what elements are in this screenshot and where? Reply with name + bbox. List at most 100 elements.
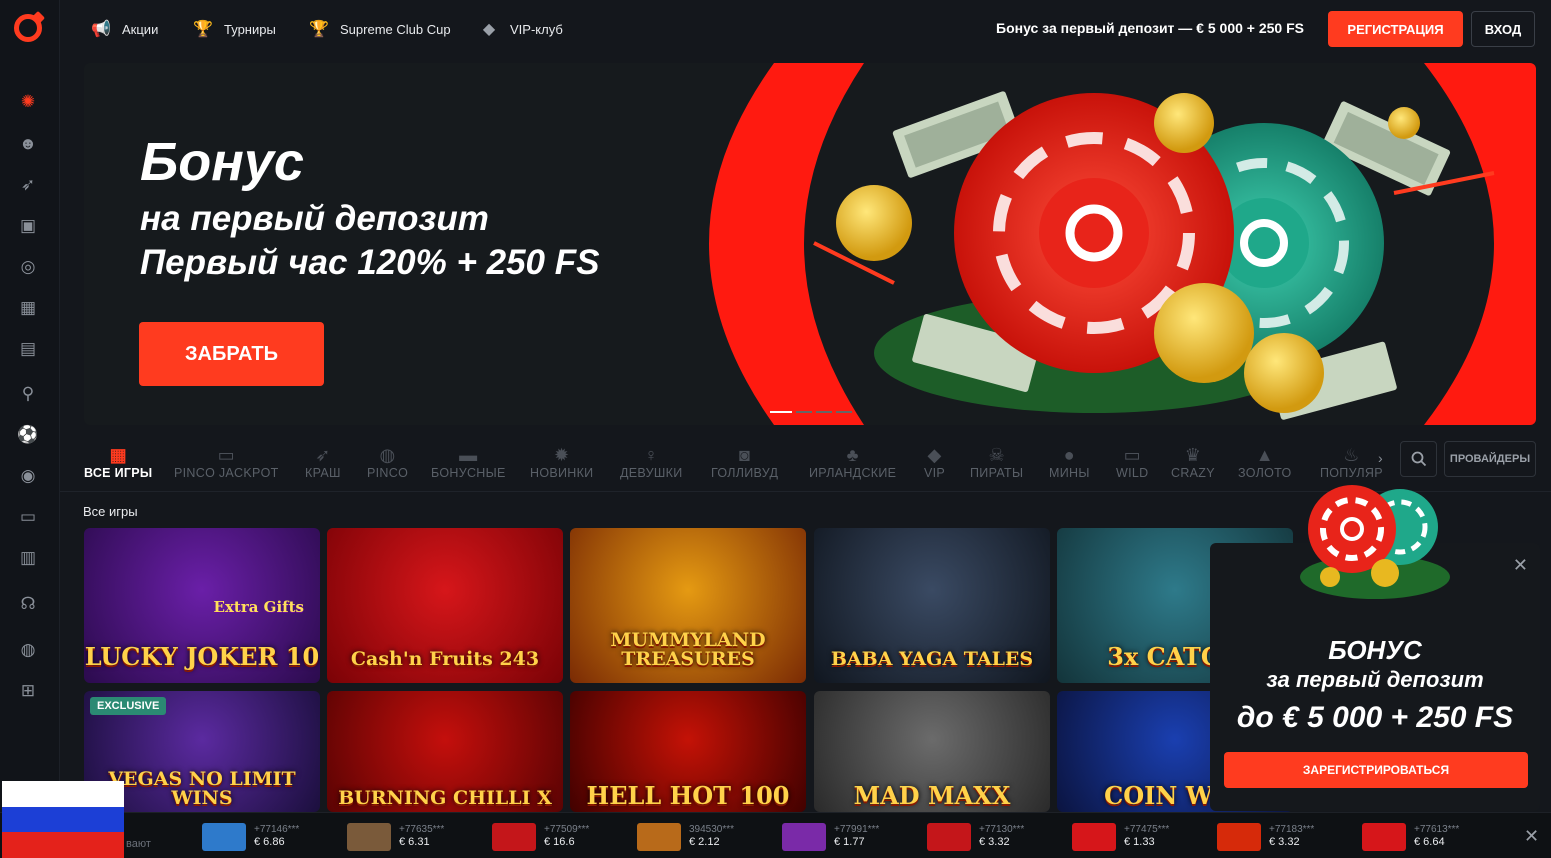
winner-user: +77475*** bbox=[1124, 824, 1170, 836]
nav-supreme-club-cup[interactable]: 🏆 Supreme Club Cup bbox=[308, 16, 451, 42]
game-title: HELL HOT 100 bbox=[586, 781, 790, 810]
winner-user: 394530*** bbox=[689, 824, 735, 836]
pinco-logo[interactable] bbox=[14, 14, 42, 42]
tab-wild[interactable]: ▭ WILD bbox=[1116, 436, 1148, 480]
tab-hollywood[interactable]: ◙ ГОЛЛИВУД bbox=[711, 436, 778, 480]
slider-dot[interactable] bbox=[770, 411, 792, 413]
fire-icon: ♨ bbox=[1343, 445, 1360, 465]
skull-icon: ☠ bbox=[988, 445, 1005, 465]
support-icon[interactable]: ☊ bbox=[16, 591, 40, 615]
popup-register-button[interactable]: ЗАРЕГИСТРИРОВАТЬСЯ bbox=[1224, 752, 1528, 788]
nav-tournaments[interactable]: 🏆 Турниры bbox=[192, 16, 276, 42]
winner-item[interactable]: +77130*** € 3.32 bbox=[927, 822, 1024, 852]
game-subtitle: Extra Gifts bbox=[213, 598, 304, 616]
game-tile[interactable]: LUCKY JOKER 10 Extra Gifts bbox=[84, 528, 320, 683]
jester-icon: ♛ bbox=[1184, 445, 1202, 465]
gamepad-icon[interactable]: ▭ bbox=[16, 504, 40, 528]
ticker-partial-text: вают bbox=[126, 838, 151, 850]
roulette-icon[interactable]: ◎ bbox=[16, 254, 40, 278]
slider-dot[interactable] bbox=[836, 411, 852, 413]
game-thumbnail bbox=[347, 823, 391, 851]
game-tile[interactable]: BURNING CHILLI X bbox=[327, 691, 563, 812]
tab-gold[interactable]: ▲ ЗОЛОТО bbox=[1238, 436, 1292, 480]
game-title: LUCKY JOKER 10 bbox=[84, 642, 320, 671]
ticker-close-icon[interactable]: ✕ bbox=[1524, 826, 1539, 847]
winner-info: +77183*** € 3.32 bbox=[1269, 824, 1314, 849]
slider-dots bbox=[770, 411, 852, 413]
tab-label: ПИРАТЫ bbox=[970, 466, 1024, 480]
winner-item[interactable]: +77509*** € 16.6 bbox=[492, 822, 589, 852]
slider-dot[interactable] bbox=[796, 411, 812, 413]
tab-all-games[interactable]: ▦ ВСЕ ИГРЫ bbox=[84, 436, 152, 480]
providers-button[interactable]: ПРОВАЙДЕРЫ bbox=[1444, 441, 1536, 477]
nav-promotions[interactable]: 📢 Акции bbox=[90, 16, 158, 42]
winner-amount: € 6.86 bbox=[254, 836, 285, 849]
chips-illustration bbox=[1300, 485, 1450, 599]
tab-girls[interactable]: ♀ ДЕВУШКИ bbox=[620, 436, 683, 480]
search-icon bbox=[1411, 451, 1426, 467]
winner-user: +77613*** bbox=[1414, 824, 1460, 836]
slider-dot[interactable] bbox=[816, 411, 832, 413]
book-icon[interactable]: ▥ bbox=[16, 545, 40, 569]
tab-popular[interactable]: ♨ ПОПУЛЯР bbox=[1320, 436, 1383, 480]
russia-flag-icon[interactable] bbox=[2, 781, 124, 858]
winner-item[interactable]: +77146*** € 6.86 bbox=[202, 822, 299, 852]
tab-irish[interactable]: ♣ ИРЛАНДСКИЕ bbox=[809, 436, 896, 480]
winner-item[interactable]: 394530*** € 2.12 bbox=[637, 822, 734, 852]
game-tile[interactable]: MUMMYLAND TREASURES bbox=[570, 528, 806, 683]
tab-label: КРАШ bbox=[305, 466, 341, 480]
tab-pinco[interactable]: ◍ PINCO bbox=[367, 436, 408, 480]
search-button[interactable] bbox=[1400, 441, 1437, 477]
casino-chip-icon[interactable]: ✺ bbox=[16, 89, 40, 113]
target-icon[interactable]: ◉ bbox=[16, 463, 40, 487]
sports-icon[interactable]: ⚲ bbox=[16, 381, 40, 405]
rocket-icon[interactable]: ➶ bbox=[16, 172, 40, 196]
hero-title: Бонус bbox=[140, 132, 304, 192]
popup-close-icon[interactable]: ✕ bbox=[1513, 555, 1528, 576]
tab-pinco-jackpot[interactable]: ▭ PINCO JACKPOT bbox=[174, 436, 279, 480]
winner-info: +77635*** € 6.31 bbox=[399, 824, 444, 849]
chevron-right-icon[interactable]: › bbox=[1378, 450, 1383, 466]
live-dealer-icon[interactable]: ☻ bbox=[16, 131, 40, 155]
game-tile[interactable]: Cash'n Fruits 243 bbox=[327, 528, 563, 683]
tab-pirates[interactable]: ☠ ПИРАТЫ bbox=[970, 436, 1023, 480]
popup-subtitle: за первый депозит bbox=[1266, 667, 1484, 692]
register-button[interactable]: РЕГИСТРАЦИЯ bbox=[1328, 11, 1463, 47]
winner-user: +77991*** bbox=[834, 824, 880, 836]
tv-games-icon[interactable]: ▣ bbox=[16, 213, 40, 237]
camera-icon: ◙ bbox=[739, 445, 751, 465]
tab-label: PINCO bbox=[367, 466, 409, 480]
tab-crazy[interactable]: ♛ CRAZY bbox=[1171, 436, 1215, 480]
tab-crash[interactable]: ➶ КРАШ bbox=[305, 436, 341, 480]
winner-item[interactable]: +77475*** € 1.33 bbox=[1072, 822, 1169, 852]
bingo-icon[interactable]: ▦ bbox=[16, 295, 40, 319]
winner-item[interactable]: +77183*** € 3.32 bbox=[1217, 822, 1314, 852]
tab-label: ВСЕ ИГРЫ bbox=[84, 466, 153, 480]
winner-info: +77613*** € 6.64 bbox=[1414, 824, 1459, 849]
sidebar: ✺ ☻ ➶ ▣ ◎ ▦ ▤ ⚲ ⚽ ◉ ▭ ▥ ☊ ◍ ⊞ bbox=[0, 0, 60, 858]
game-tile[interactable]: HELL HOT 100 bbox=[570, 691, 806, 812]
game-tile[interactable]: MAD MAXX bbox=[814, 691, 1050, 812]
tab-new[interactable]: ✹ НОВИНКИ bbox=[530, 436, 593, 480]
tab-bonus[interactable]: ▬ БОНУСНЫЕ bbox=[431, 436, 506, 480]
winner-item[interactable]: +77635*** € 6.31 bbox=[347, 822, 444, 852]
tab-mines[interactable]: ● МИНЫ bbox=[1049, 436, 1090, 480]
mine-icon: ● bbox=[1063, 445, 1075, 465]
winner-item[interactable]: +77613*** € 6.64 bbox=[1362, 822, 1459, 852]
hero-claim-button[interactable]: ЗАБРАТЬ bbox=[139, 322, 324, 386]
game-tile[interactable]: BABA YAGA TALES bbox=[814, 528, 1050, 683]
girl-icon: ♀ bbox=[644, 445, 659, 465]
game-title: BURNING CHILLI X bbox=[338, 787, 552, 809]
login-button[interactable]: ВХОД bbox=[1471, 11, 1535, 47]
nav-vip-club[interactable]: ◆ VIP-клуб bbox=[478, 16, 563, 42]
football-icon[interactable]: ⚽ bbox=[16, 422, 40, 446]
gift-icon[interactable]: ⊞ bbox=[16, 678, 40, 702]
game-thumbnail bbox=[492, 823, 536, 851]
winner-item[interactable]: +77991*** € 1.77 bbox=[782, 822, 879, 852]
pinco-icon[interactable]: ◍ bbox=[16, 637, 40, 661]
hero-banner[interactable]: Бонус на первый депозит Первый час 120% … bbox=[84, 63, 1536, 425]
tab-vip[interactable]: ◆ VIP bbox=[924, 436, 945, 480]
cards-icon[interactable]: ▤ bbox=[16, 336, 40, 360]
winner-info: +77475*** € 1.33 bbox=[1124, 824, 1169, 849]
winner-amount: € 2.12 bbox=[689, 836, 720, 849]
